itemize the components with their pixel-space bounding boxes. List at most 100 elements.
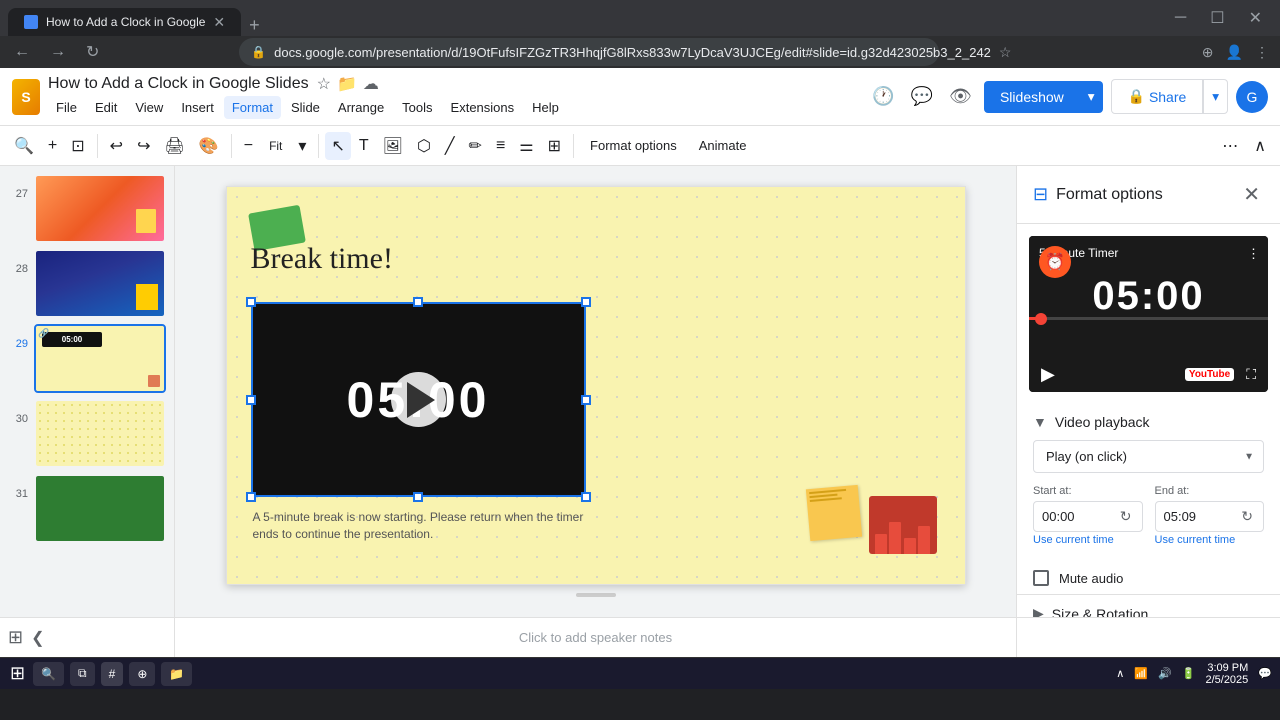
extensions-icon[interactable]: ⊕ [1199,41,1217,64]
new-tab-button[interactable]: + [241,15,268,36]
collapse-toolbar[interactable]: ∧ [1248,132,1272,160]
zoom-dropdown[interactable]: ▾ [292,132,312,160]
menu-help[interactable]: Help [524,96,567,119]
pen-tool[interactable]: ✏ [463,132,488,160]
format-options-button[interactable]: Format options [580,134,687,157]
history-button[interactable]: 🕐 [868,82,898,111]
video-thumbnail[interactable]: ⏰ 5 Minute Timer ⋮ 05:00 [1029,236,1268,356]
add-button[interactable]: + [42,133,63,159]
menu-arrange[interactable]: Arrange [330,96,392,119]
slideshow-button[interactable]: Slideshow [984,81,1080,113]
forward-button[interactable]: → [44,39,72,65]
close-tab-button[interactable]: ✕ [213,14,225,31]
size-rotation-header[interactable]: ▶ Size & Rotation [1017,595,1280,617]
use-current-start[interactable]: Use current time [1033,534,1143,546]
grid-view-icon[interactable]: ⊞ [8,627,23,648]
slide-27-thumbnail[interactable] [36,176,164,241]
align-center[interactable]: ⚌ [513,132,539,160]
more-tools-button[interactable]: ⋯ [1216,132,1244,160]
search-taskbar[interactable]: 🔍 [33,662,64,686]
reload-button[interactable]: ↻ [80,38,105,66]
video-progress-dot[interactable] [1035,313,1047,325]
search-tool-button[interactable]: 🔍 [8,132,40,160]
zoom-out-button[interactable]: − [238,133,259,159]
video-play-button[interactable]: ▶ [1041,364,1055,385]
cloud-icon[interactable]: ☁ [363,74,379,94]
menu-view[interactable]: View [127,96,171,119]
start-button[interactable]: ⊞ [8,661,27,686]
redo-button[interactable]: ↪ [131,132,156,160]
comments-button[interactable]: 💬 [907,82,937,111]
bookmark-icon[interactable]: ☆ [999,44,1012,61]
end-at-refresh-button[interactable]: ↻ [1239,506,1255,527]
slide-29-thumbnail[interactable]: 05:00 🔗 [36,326,164,391]
star-icon[interactable]: ☆ [317,74,331,94]
end-at-input[interactable] [1164,509,1236,524]
slide-30-thumbnail[interactable] [36,401,164,466]
more-icon[interactable]: ⋮ [1252,41,1272,64]
playback-select[interactable]: Play (on click) Play (automatically) Pla… [1033,440,1264,473]
task-view-button[interactable]: ⧉ [70,662,95,686]
resize-handle-top-left[interactable] [246,297,256,307]
resize-handle-top-right[interactable] [581,297,591,307]
share-button[interactable]: 🔒 Share [1111,79,1204,114]
layout-tool[interactable]: ⊞ [542,132,567,160]
video-element-wrapper[interactable]: 05:00 [251,302,586,497]
mute-checkbox[interactable] [1033,570,1049,586]
slide-thumb-29[interactable]: 29 05:00 🔗 [8,324,166,393]
collapse-panel-icon[interactable]: ❮ [31,628,44,648]
video-playback-header[interactable]: ▼ Video playback [1017,404,1280,440]
share-dropdown-arrow[interactable]: ▾ [1203,79,1228,114]
resize-handle-top-mid[interactable] [413,297,423,307]
menu-insert[interactable]: Insert [173,96,222,119]
slide-thumb-30[interactable]: 30 [8,399,166,468]
notes-area[interactable]: Click to add speaker notes [175,618,1016,657]
start-at-input-wrap[interactable]: ↻ [1033,501,1143,532]
slideshow-dropdown-arrow[interactable]: ▾ [1080,81,1103,113]
text-tool[interactable]: T [353,133,375,159]
resize-handle-mid-right[interactable] [581,395,591,405]
paint-format-button[interactable]: 🎨 [193,132,225,160]
slide-thumb-27[interactable]: 27 [8,174,166,243]
slide-28-thumbnail[interactable] [36,251,164,316]
menu-extensions[interactable]: Extensions [443,96,523,119]
slide-31-thumbnail[interactable] [36,476,164,541]
start-at-refresh-button[interactable]: ↻ [1118,506,1134,527]
folder-icon[interactable]: 📁 [337,74,357,94]
video-play-overlay[interactable] [391,372,446,427]
fullscreen-button[interactable]: ⛶ [1246,366,1256,383]
video-more-button[interactable]: ⋮ [1247,246,1260,262]
menu-edit[interactable]: Edit [87,96,125,119]
maximize-button[interactable]: ☐ [1200,6,1234,30]
zoom-level[interactable]: Fit [261,135,290,157]
slack-taskbar-button[interactable]: # [101,662,124,686]
resize-handle-bottom-left[interactable] [246,492,256,502]
profile-icon[interactable]: 👤 [1223,41,1246,64]
menu-file[interactable]: File [48,96,85,119]
start-at-input[interactable] [1042,509,1114,524]
menu-tools[interactable]: Tools [394,96,440,119]
resize-handle-bottom-mid[interactable] [413,492,423,502]
slide-canvas[interactable]: Break time! 05:00 [226,186,966,585]
url-input[interactable]: 🔒 docs.google.com/presentation/d/19OtFuf… [239,38,939,66]
slide-thumb-28[interactable]: 28 [8,249,166,318]
resize-handle-mid-left[interactable] [246,395,256,405]
animate-button[interactable]: Animate [689,134,757,157]
close-button[interactable]: ✕ [1239,6,1272,30]
cursor-tool[interactable]: ↖ [325,132,350,160]
notification-icon[interactable]: 💬 [1258,667,1272,680]
files-taskbar-button[interactable]: 📁 [161,662,192,686]
shapes-tool[interactable]: ⬡ [411,132,437,160]
active-tab[interactable]: How to Add a Clock in Google ✕ [8,8,241,36]
image-tool[interactable]: 🖼 [377,132,409,160]
line-tool[interactable]: ╱ [439,132,461,160]
chrome-taskbar-button[interactable]: ⊕ [129,662,155,686]
clock-display[interactable]: 3:09 PM 2/5/2025 [1205,662,1248,686]
print-button[interactable]: 🖨 [158,132,190,160]
align-left[interactable]: ≡ [490,133,511,159]
playback-mode-dropdown[interactable]: Play (on click) Play (automatically) Pla… [1033,440,1264,473]
resize-handle-bottom-right[interactable] [581,492,591,502]
notes-placeholder[interactable]: Click to add speaker notes [519,630,672,645]
menu-slide[interactable]: Slide [283,96,328,119]
back-button[interactable]: ← [8,39,36,65]
